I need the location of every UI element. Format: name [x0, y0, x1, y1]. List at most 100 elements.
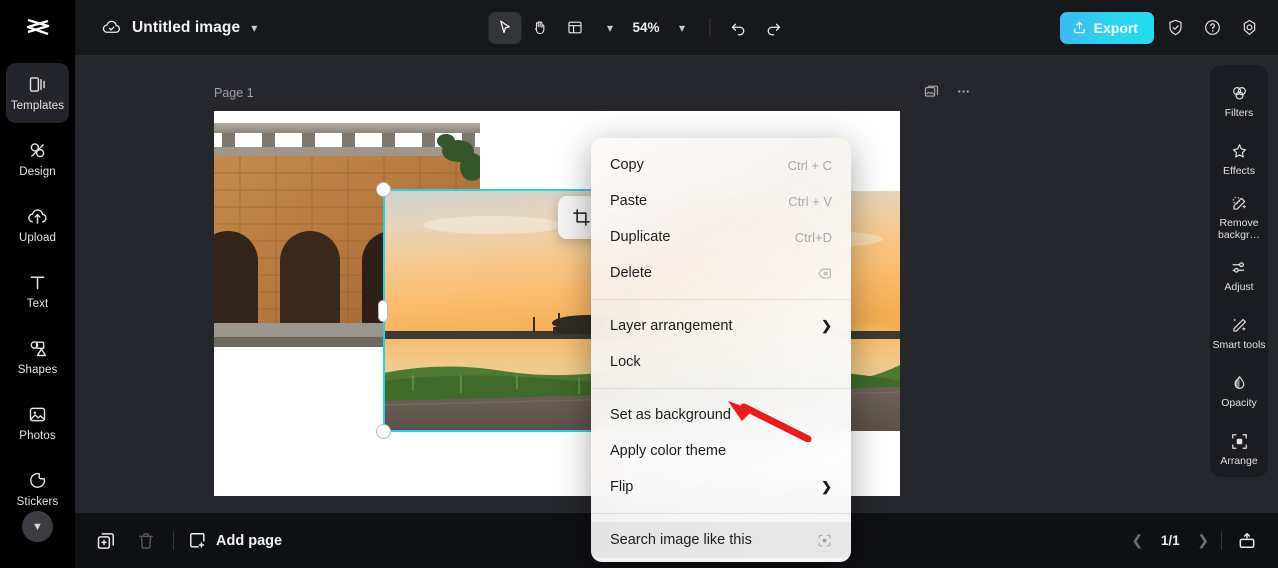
sidebar-item-text[interactable]: Text — [6, 261, 69, 321]
bottom-bar-right: ❮ 1/1 ❯ — [1132, 528, 1260, 554]
right-panel-item-label: Opacity — [1221, 396, 1257, 409]
menu-item-copy[interactable]: Copy Ctrl + C — [591, 147, 851, 183]
add-page-label: Add page — [216, 532, 283, 549]
zoom-dropdown-button[interactable]: ▾ — [666, 12, 699, 44]
chevron-right-icon: ❯ — [821, 318, 832, 333]
sidebar-item-label: Text — [26, 298, 49, 310]
cloud-check-icon — [102, 20, 121, 33]
resize-handle-left[interactable] — [378, 299, 388, 322]
right-panel-item-adjust[interactable]: Adjust — [1210, 249, 1268, 301]
menu-item-set-as-background[interactable]: Set as background — [591, 397, 851, 433]
menu-separator — [591, 299, 851, 300]
right-panel-item-opacity[interactable]: Opacity — [1210, 365, 1268, 417]
redo-button[interactable] — [757, 12, 790, 44]
more-horizontal-icon — [957, 89, 969, 93]
document-title-group[interactable]: Untitled image ▾ — [102, 18, 257, 37]
opacity-drop-icon — [1233, 375, 1244, 389]
prev-page-button[interactable]: ❮ — [1132, 532, 1144, 549]
shield-button[interactable] — [1159, 12, 1191, 44]
sidebar-item-photos[interactable]: Photos — [6, 393, 69, 453]
right-tools-panel: Filters Effects Remove backgr… Adjust Sm… — [1210, 65, 1268, 477]
trash-icon — [139, 532, 153, 549]
sidebar-item-label: Stickers — [16, 496, 59, 508]
menu-item-shortcut: Ctrl + V — [788, 193, 832, 209]
menu-item-search-image-like-this[interactable]: Search image like this — [591, 522, 851, 558]
right-panel-item-smart-tools[interactable]: Smart tools — [1210, 307, 1268, 359]
sidebar-item-label: Photos — [19, 430, 56, 442]
app-logo[interactable] — [0, 0, 75, 55]
sidebar-item-templates[interactable]: Templates — [6, 63, 69, 123]
right-panel-item-arrange[interactable]: Arrange — [1210, 423, 1268, 475]
layout-tool-button[interactable] — [558, 12, 591, 44]
menu-item-label: Apply color theme — [610, 443, 727, 459]
menu-item-label: Layer arrangement — [610, 318, 733, 334]
menu-item-shortcut: Ctrl+D — [794, 229, 832, 245]
top-bar: Untitled image ▾ ▾ 54% ▾ Export — [0, 0, 1278, 55]
sidebar-item-design[interactable]: Design — [6, 129, 69, 189]
help-button[interactable] — [1196, 12, 1228, 44]
undo-button[interactable] — [722, 12, 755, 44]
remove-background-icon — [1232, 196, 1246, 210]
present-button[interactable] — [1234, 528, 1260, 554]
resize-handle-top-left[interactable] — [376, 182, 391, 197]
templates-icon — [29, 77, 45, 92]
menu-item-lock[interactable]: Lock — [591, 344, 851, 380]
menu-item-flip[interactable]: Flip ❯ — [591, 469, 851, 505]
sidebar-item-shapes[interactable]: Shapes — [6, 327, 69, 387]
sidebar-item-label: Templates — [10, 100, 65, 112]
select-tool-button[interactable] — [488, 11, 522, 44]
sidebar-item-upload[interactable]: Upload — [6, 195, 69, 255]
export-button[interactable]: Export — [1059, 11, 1154, 44]
menu-item-layer-arrangement[interactable]: Layer arrangement ❯ — [591, 308, 851, 344]
redo-icon — [767, 23, 780, 35]
zoom-level-value[interactable]: 54% — [628, 20, 663, 35]
delete-page-button[interactable] — [133, 528, 159, 554]
capcut-logo-icon — [26, 18, 49, 35]
present-icon — [1239, 532, 1255, 548]
right-panel-item-label: Arrange — [1220, 454, 1258, 467]
layers-image-icon — [924, 85, 938, 97]
left-sidebar: Templates Design Upload Text Shapes Phot… — [0, 55, 75, 568]
photos-icon — [29, 407, 46, 422]
resize-handle-bottom-left[interactable] — [376, 424, 391, 439]
capcut-editor-window: Untitled image ▾ ▾ 54% ▾ Export Template… — [0, 0, 1278, 568]
effects-icon — [1232, 143, 1246, 158]
menu-item-duplicate[interactable]: Duplicate Ctrl+D — [591, 219, 851, 255]
design-icon — [30, 143, 45, 158]
sidebar-more-button[interactable]: ▼ — [22, 511, 53, 542]
right-panel-item-remove-background[interactable]: Remove backgr… — [1210, 191, 1268, 243]
duplicate-page-button[interactable] — [93, 528, 119, 554]
annotation-arrow — [728, 401, 812, 442]
chevron-down-icon: ▾ — [606, 20, 613, 35]
menu-item-label: Lock — [610, 354, 641, 370]
right-panel-item-label: Effects — [1223, 164, 1255, 177]
canvas-tools: ▾ 54% ▾ — [488, 11, 790, 44]
sidebar-item-label: Shapes — [17, 364, 58, 376]
page-more-button[interactable] — [953, 81, 973, 101]
add-page-button[interactable]: Add page — [188, 531, 282, 550]
chevron-down-icon[interactable]: ▾ — [251, 22, 257, 34]
bottom-bar-left: Add page — [93, 528, 282, 554]
hand-icon — [534, 21, 545, 35]
shapes-icon — [30, 341, 47, 357]
settings-button[interactable] — [1233, 12, 1265, 44]
upload-icon — [1073, 21, 1085, 34]
sidebar-item-stickers[interactable]: Stickers — [6, 459, 69, 519]
menu-item-paste[interactable]: Paste Ctrl + V — [591, 183, 851, 219]
menu-item-apply-color-theme[interactable]: Apply color theme — [591, 433, 851, 469]
duplicate-page-icon — [97, 532, 114, 549]
menu-item-label: Paste — [610, 193, 648, 209]
export-label: Export — [1093, 19, 1138, 36]
right-panel-item-filters[interactable]: Filters — [1210, 75, 1268, 127]
menu-item-delete[interactable]: Delete — [591, 255, 851, 291]
page-layers-button[interactable] — [921, 81, 941, 101]
layout-dropdown-button[interactable]: ▾ — [593, 12, 626, 44]
stickers-icon — [30, 472, 46, 488]
menu-item-label: Copy — [610, 157, 644, 173]
right-panel-item-effects[interactable]: Effects — [1210, 133, 1268, 185]
undo-icon — [731, 23, 744, 35]
hand-tool-button[interactable] — [523, 12, 556, 44]
next-page-button[interactable]: ❯ — [1197, 532, 1209, 549]
right-panel-item-label: Adjust — [1224, 280, 1254, 293]
top-bar-actions: Export — [1059, 11, 1265, 44]
